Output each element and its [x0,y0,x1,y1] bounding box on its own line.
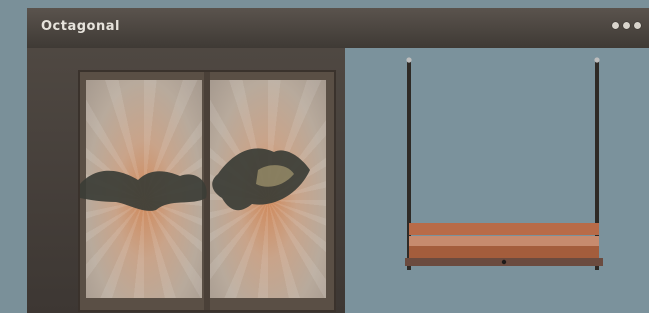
swing-back-slat-mid [409,236,599,246]
bat-left-shape [80,170,207,211]
swing-right-top-cap [594,57,600,63]
close-icon[interactable] [634,22,641,29]
porch-swing-image [405,57,603,270]
maximize-icon[interactable] [623,22,630,29]
swing-seat [409,246,599,258]
window-controls [612,22,641,29]
stained-glass-door-image [78,70,336,312]
swing-back-slat-top [409,223,599,235]
window-title: Octagonal [41,19,120,34]
swing-center-bolt [501,259,507,265]
swing-left-top-cap [406,57,412,63]
bat-silhouettes [80,148,310,211]
door-preview-panel [27,48,345,313]
title-bar[interactable]: Octagonal [27,8,649,49]
app-window: Octagonal [27,8,649,313]
swing-preview-panel [345,48,649,313]
minimize-icon[interactable] [612,22,619,29]
